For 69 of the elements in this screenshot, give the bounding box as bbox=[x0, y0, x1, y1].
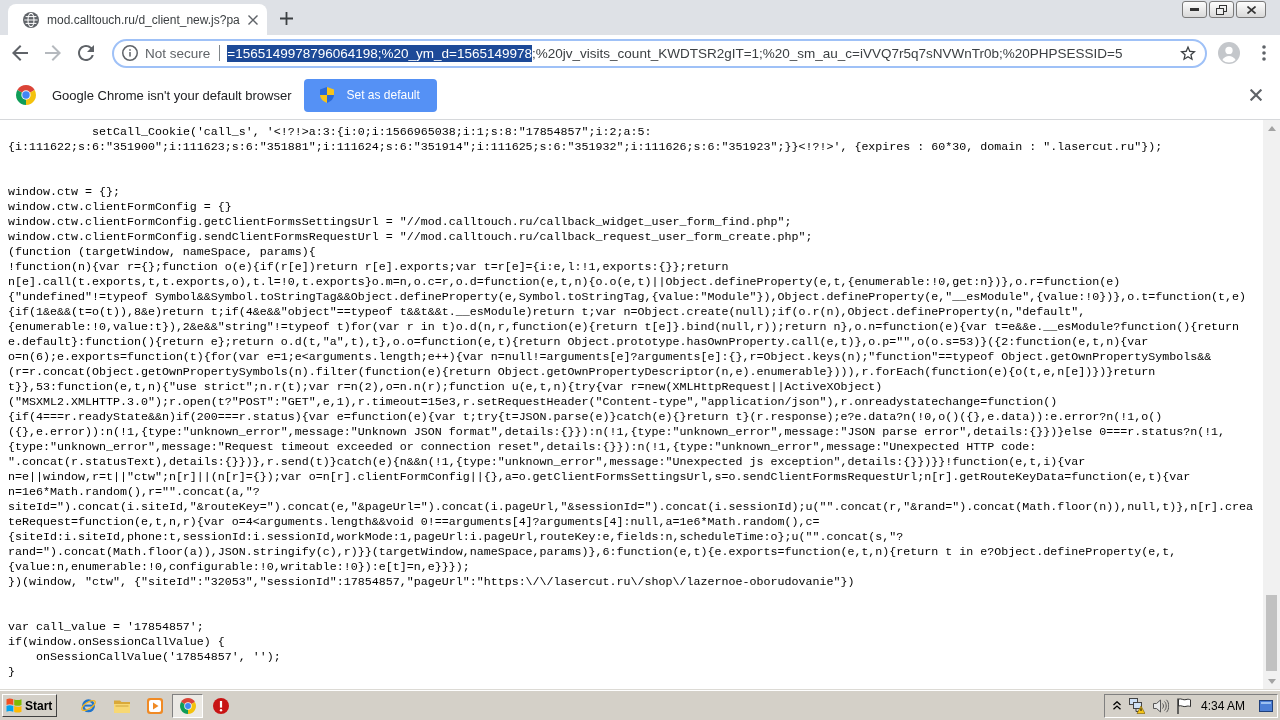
code-line: (r=r.concat(Object.getOwnPropertySymbols(n).filter(function(e){return Object.getOwnPropertyDescriptor(n,e).enumerable}))),r.forEach(function(e){o(t,e,n[e])})}return bbox=[8, 365, 1156, 380]
clock: 4:34 AM bbox=[1200, 698, 1245, 713]
code-line: if(window.onSessionCallValue) { bbox=[8, 635, 225, 650]
code-line: rand=").concat(Math.floor(a)),JSON.stringify(c),r)}}(targetWindow,nameSpace,params)},6:function(e,t){e.exports=function(e,t,n){return t in e?Object.defineProperty(e,t, bbox=[8, 545, 1177, 560]
shield-icon bbox=[320, 87, 335, 103]
url-text: ;%20jv_visits_count_KWDTSR2gIT=1;%20_sm_au_c=iVVQ7r5q7sNVWnTr0b;%20PHPSESSID=5 bbox=[532, 45, 1123, 61]
code-line: setCall_Cookie('call_s', '<!?!>a:3:{i:0;i:1566965038;i:1;s:8:"17854857";i:2;a:5: bbox=[91, 125, 652, 140]
code-line: t}},53:function(e,t,n){"use strict";n.r(t);var r=n(2),o=n.n(r);function u(e,t,n){try{var r=new(XMLHttpRequest||ActiveXObject) bbox=[8, 380, 883, 395]
orbit-logo-icon[interactable] bbox=[80, 697, 98, 714]
reload-icon[interactable] bbox=[78, 45, 94, 61]
info-icon[interactable] bbox=[122, 45, 138, 61]
menu-icon[interactable] bbox=[1262, 45, 1266, 61]
speaker-icon[interactable] bbox=[1152, 698, 1169, 713]
plus-icon[interactable] bbox=[279, 12, 293, 25]
code-line: {value:n,enumerable:!0,configurable:!0,writable:!0}):e[t]=n,e}}}); bbox=[8, 560, 470, 575]
address-bar[interactable]: Not secure =1565149978796064198;%20_ym_d=1565149978;%20jv_visits_count_KWDTSR2gIT=1;%20_sm_au_c=iVVQ7r5q7sNVWnTr0b;%20PHPSESSID=5 bbox=[112, 38, 1207, 68]
code-line: {i:111622;s:6:"351900";i:111623;s:6:"351881";i:111624;s:6:"351914";i:111625;s:6:"351932";i:111626;s:6:"351923";}}<!?!>', {expires : 60*30, domain : ".lasercut.ru"}); bbox=[8, 140, 1163, 155]
restore-icon bbox=[1216, 4, 1227, 15]
globe-icon bbox=[23, 11, 39, 28]
start-logo-icon bbox=[6, 698, 22, 713]
exclamation-icon[interactable] bbox=[212, 697, 229, 714]
security-label[interactable]: Not secure bbox=[145, 45, 211, 61]
code-line: {if(4===r.readyState&&n)if(200===r.status){var e=function(e){var t;try{t=JSON.parse(e)}catch(e){}return t}(r.response);e?e.data?n(!0,o()({},e.data)):e.error?n(!1,o() bbox=[8, 410, 1163, 425]
code-line: window.ctw = {}; bbox=[8, 185, 120, 200]
code-line: })(window, "ctw", {"siteId":"32053","sessionId":17854857,"pageUrl":"https:\/\/lasercut.ru\/shop\/lazernoe-oborudovanie"}) bbox=[8, 575, 855, 590]
minimize-icon bbox=[1190, 8, 1199, 11]
back-icon[interactable] bbox=[12, 45, 28, 61]
restore-button[interactable] bbox=[1209, 1, 1234, 18]
chevron-up-icon[interactable] bbox=[1112, 701, 1121, 710]
code-line: n=1e6*Math.random(),r="".concat(a,"? bbox=[8, 485, 260, 500]
code-line: var call_value = '17854857'; bbox=[8, 620, 204, 635]
start-button[interactable]: Start bbox=[2, 694, 58, 717]
code-line: n[e].call(t.exports,t,t.exports,o),t.l=!0,t.exports}o.m=n,o.c=r,o.d=function(e,t,n){o.o(e,t)||Object.defineProperty(e,t,{enumerable:!0,get:n})},o.r=function(e) bbox=[8, 275, 1121, 290]
code-line: ("MSXML2.XMLHTTP.3.0");r.open(t?"POST":"GET",e,1),r.timeout=15e3,r.setRequestHeader("Content-type","application/json"),r.onreadystatechange=function() bbox=[8, 395, 1058, 410]
scrollbar-thumb[interactable] bbox=[1266, 595, 1277, 671]
code-line: {enumerable:!0,value:t}),2&e&&"string"!=typeof t)for(var r in t)o.d(n,r,function(e){return t[e]}.bind(null,r));return n},o.n=function(e){var t=e&&e.__esModule?function(){return bbox=[8, 320, 1240, 335]
code-line: ".concat(r.statusText),details:{}})},r.send(t)}catch(e){n&&n(!1,{type:"unknown_error",message:"Unexpected js exception",details:{}})}}!function(e,t,i){var bbox=[8, 455, 1086, 470]
code-line: onSessionCallValue('17854857', ''); bbox=[36, 650, 281, 665]
network-icon[interactable] bbox=[1128, 697, 1145, 714]
code-line: window.ctw.clientFormConfig.getClientFormsSettingsUrl = "//mod.calltouch.ru/callback_widget_user_form_find.php"; bbox=[8, 215, 792, 230]
code-line: siteId=").concat(i.siteId,"&routeKey=").concat(e,"&pageUrl=").concat(i.pageUrl,"&sessionId=").concat(i.sessionId);u("".concat(r,"&rand=").concat(Math.floor(n)),null,t)},n[r].crea bbox=[8, 500, 1254, 515]
taskbar-button[interactable] bbox=[172, 693, 204, 718]
code-line: ({},e.error)):n(!1,{type:"unknown_error",message:"Unknown JSON format",details:{}}):n(!1,{type:"unknown_error",message:"JSON parse error",details:{}})}else 0===r.status?n(!1, bbox=[8, 425, 1226, 440]
browser-tab[interactable]: mod.calltouch.ru/d_client_new.js?pa bbox=[8, 4, 267, 35]
close-icon bbox=[1246, 5, 1256, 14]
code-line: {if(1&e&&(t=o(t)),8&e)return t;if(4&e&&"object"==typeof t&&t&&t.__esModule)return t;var n=Object.create(null);if(o.r(n),Object.defineProperty(n,"default", bbox=[8, 305, 1086, 320]
close-icon[interactable] bbox=[1250, 89, 1262, 101]
code-line: !function(n){var r={};function o(e){if(r[e])return r[e].exports;var t=r[e]={i:e,l:!1,exports:{}};return bbox=[8, 260, 729, 275]
infobar-message: Google Chrome isn't your default browser bbox=[52, 87, 292, 103]
code-line: teRequest=function(e,t,n,r){var o=4<arguments.length&&void 0!==arguments[4]?arguments[4]:null,a=1e6*Math.random(),c= bbox=[8, 515, 820, 530]
url-selection: =1565149978796064198;%20_ym_d=1565149978 bbox=[227, 44, 533, 62]
code-line: n=e||window,r=t||"ctw";n[r]||(n[r]={});var o=n[r].clientFormConfig||{},a=o.getClientFormsSettingsUrl,s=o.sendClientFormsRequestUrl;n[r].getRouteKeyData=function(e,t){var bbox=[8, 470, 1191, 485]
code-line: {"undefined"!=typeof Symbol&&Symbol.toStringTag&&Object.defineProperty(e,Symbol.toStringTag,{value:"Module"}),Object.defineProperty(e,"__esModule",{value:!0})},o.t=function(t,e) bbox=[8, 290, 1247, 305]
code-line: {siteId:i.siteId,phone:t,sessionId:i.sessionId,workMode:1,pageUrl:i.pageUrl,routeKey:e,fields:n,scheduleTime:o};u("".concat(s,"? bbox=[8, 530, 904, 545]
browser-logo-icon[interactable] bbox=[179, 697, 196, 714]
code-line: o=n(6);e.exports=function(t){for(var e=1;e<arguments.length;e++){var n=null!=arguments[e]?arguments[e]:{},r=Object.keys(n);"function"==typeof Object.getOwnPropertySymbols&& bbox=[8, 350, 1212, 365]
star-icon[interactable] bbox=[1180, 45, 1196, 61]
code-line: {type:"unknown_error",message:"Request timeout exceeded or connection reset",details:{}}):n(!1,{type:"unknown_error",message:"Unexpected HTTP code: bbox=[8, 440, 1037, 455]
code-line: } bbox=[8, 665, 15, 680]
code-line: window.ctw.clientFormConfig = {} bbox=[8, 200, 232, 215]
code-line: window.ctw.clientFormConfig.sendClientFormsRequestUrl = "//mod.calltouch.ru/callback_request_user_form_create.php"; bbox=[8, 230, 813, 245]
minimize-button[interactable] bbox=[1182, 1, 1207, 18]
browser-logo-icon bbox=[16, 85, 36, 105]
desktop-icon[interactable] bbox=[1259, 699, 1273, 712]
flag-icon[interactable] bbox=[1176, 697, 1191, 714]
close-button[interactable] bbox=[1236, 1, 1266, 18]
close-icon[interactable] bbox=[247, 14, 258, 25]
code-line: (function (targetWindow, nameSpace, params){ bbox=[8, 245, 316, 260]
code-line: e.default}:function(){return e};return o.d(t,"a",t),t},o.o=function(e,t){return Object.prototype.hasOwnProperty.call(e,t)},o.p="",o(o.s=53)}({2:function(e,t,n){var bbox=[8, 335, 1149, 350]
